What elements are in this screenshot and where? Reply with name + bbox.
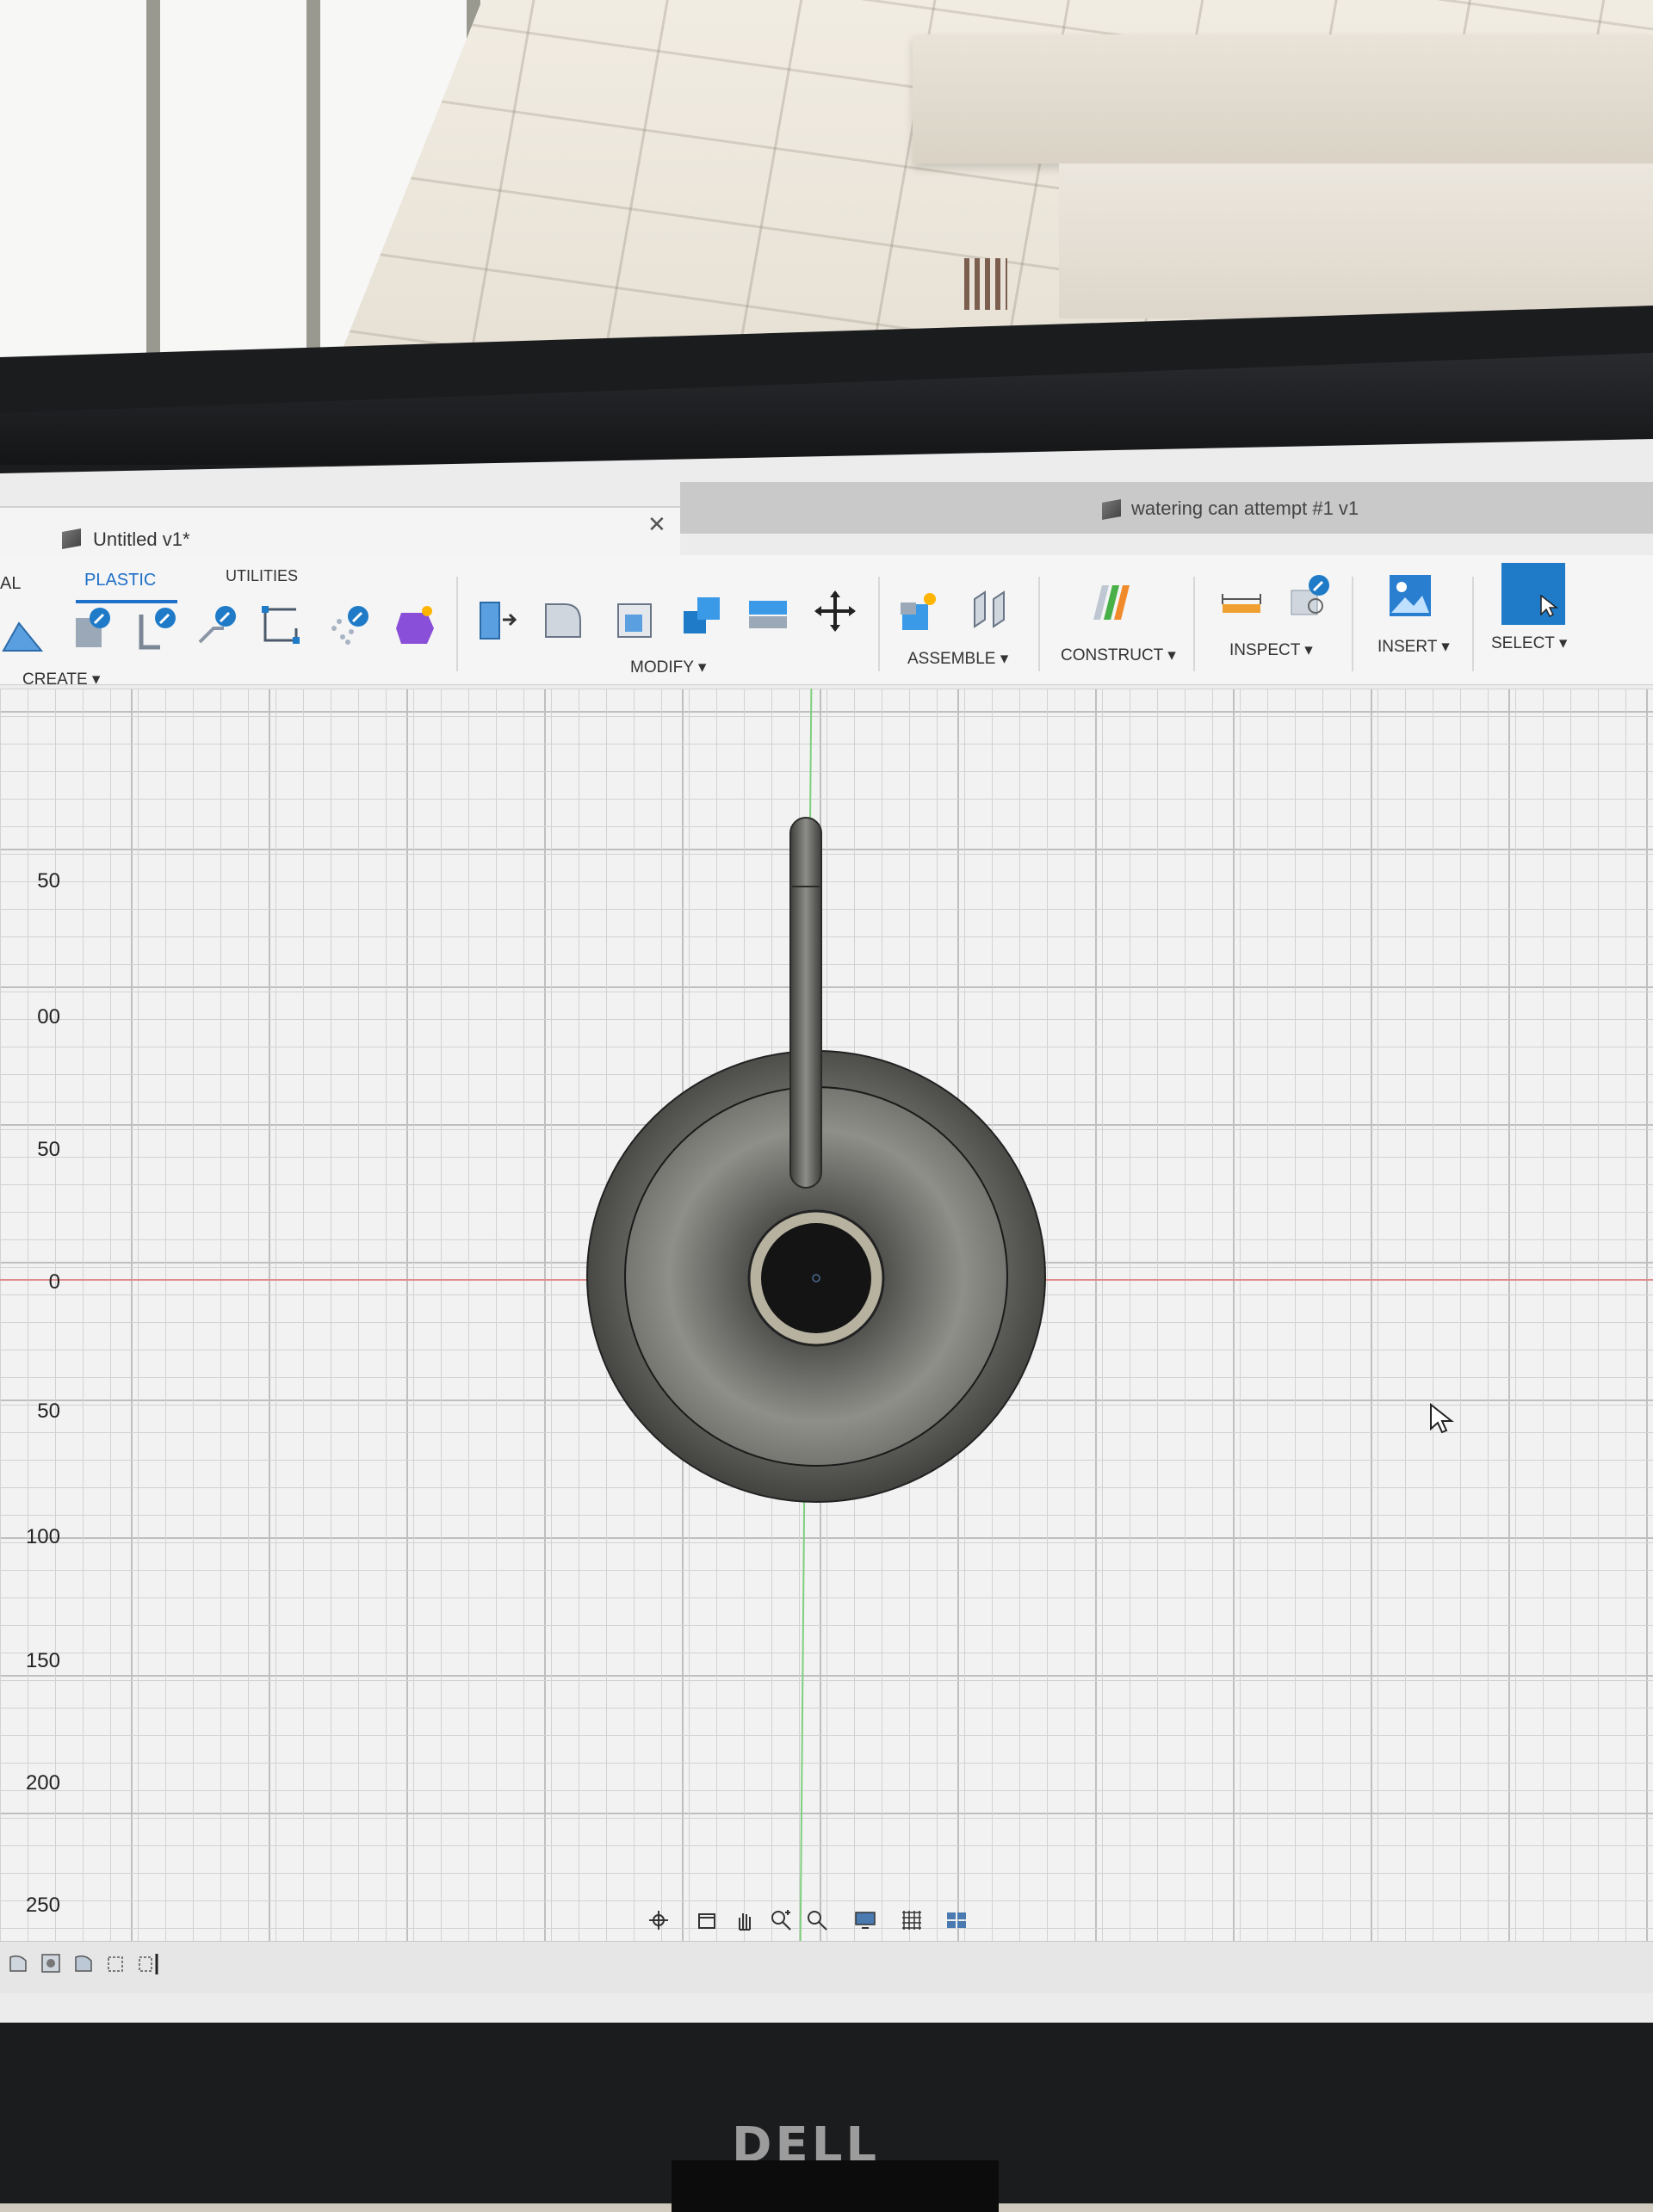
document-icon-inactive	[1102, 499, 1121, 520]
timeline-first-icon[interactable]	[7, 1952, 29, 1974]
workspace-tab-underline	[76, 600, 177, 603]
ruler-label: 50	[37, 869, 60, 893]
workspace-tab-plastic[interactable]: PLASTIC	[84, 571, 156, 590]
combine-icon[interactable]	[680, 592, 725, 637]
move-icon[interactable]	[813, 589, 857, 633]
ruler-label: 150	[25, 1649, 60, 1672]
workspace-tab-partial[interactable]: AL	[0, 574, 21, 594]
timeline-play-icon[interactable]	[72, 1952, 95, 1974]
fillet-icon[interactable]	[541, 596, 585, 640]
workspace-tab-utilities[interactable]: UTILITIES	[226, 567, 298, 585]
measure-icon[interactable]	[1219, 582, 1264, 627]
viewports-icon[interactable]	[945, 1909, 968, 1931]
modify-menu[interactable]: MODIFY ▾	[630, 658, 706, 677]
new-component-icon[interactable]	[897, 589, 942, 633]
toolbar-separator	[1352, 577, 1353, 671]
ceiling-beam	[913, 34, 1653, 164]
toolbar-separator	[1038, 577, 1040, 671]
timeline-prev-icon[interactable]	[40, 1952, 62, 1974]
look-at-icon[interactable]	[696, 1909, 718, 1931]
document-icon	[62, 528, 81, 549]
orbit-icon[interactable]	[647, 1909, 670, 1931]
toolbar-separator	[878, 577, 880, 671]
select-icon[interactable]	[1501, 563, 1565, 625]
toolbar-separator	[456, 577, 458, 671]
construct-plane-icon[interactable]	[1090, 578, 1135, 623]
interference-icon[interactable]	[1288, 573, 1333, 618]
ruler-label: 250	[25, 1894, 60, 1917]
ruler-label: 00	[37, 1005, 60, 1029]
revolve-icon[interactable]	[67, 606, 112, 651]
construct-menu[interactable]: CONSTRUCT ▾	[1061, 646, 1176, 665]
ruler-label: 100	[25, 1525, 60, 1548]
press-pull-icon[interactable]	[475, 597, 520, 642]
ruler-label: 200	[25, 1771, 60, 1795]
ceiling-soffit	[1059, 164, 1653, 318]
ceiling-vent	[964, 258, 1007, 310]
extrude-icon[interactable]	[0, 611, 45, 656]
ruler-label: 50	[37, 1399, 60, 1423]
boss-icon[interactable]	[325, 602, 370, 647]
toolbar-separator	[1472, 577, 1474, 671]
insert-image-icon[interactable]	[1388, 573, 1433, 618]
watering-can-model[interactable]	[577, 800, 1059, 1515]
inspect-menu[interactable]: INSPECT ▾	[1229, 640, 1313, 660]
joint-icon[interactable]	[968, 585, 1012, 630]
toolbar-separator	[1193, 577, 1195, 671]
timeline-bar	[0, 1941, 1653, 1993]
shell-icon[interactable]	[613, 596, 658, 640]
timeline-next-icon[interactable]	[105, 1952, 127, 1974]
monitor-stand	[672, 2160, 999, 2212]
timeline-last-icon[interactable]	[138, 1952, 160, 1974]
fit-icon[interactable]	[806, 1909, 828, 1931]
pattern-icon[interactable]	[393, 602, 437, 647]
ruler-label: 50	[37, 1138, 60, 1161]
mouse-cursor-icon	[1430, 1403, 1454, 1434]
background-room	[0, 0, 1653, 361]
insert-menu[interactable]: INSERT ▾	[1378, 637, 1450, 657]
pan-icon[interactable]	[734, 1909, 756, 1931]
close-tab-icon[interactable]: ✕	[647, 511, 666, 538]
grid-icon[interactable]	[901, 1909, 923, 1931]
inactive-tab-title: watering can attempt #1 v1	[1131, 497, 1359, 519]
active-tab-title: Untitled v1*	[93, 528, 190, 550]
zoom-icon[interactable]	[770, 1909, 792, 1931]
assemble-menu[interactable]: ASSEMBLE ▾	[907, 649, 1008, 669]
select-menu[interactable]: SELECT ▾	[1491, 633, 1567, 653]
offset-face-icon[interactable]	[746, 589, 790, 633]
display-settings-icon[interactable]	[854, 1909, 876, 1931]
ruler-label: 0	[48, 1270, 60, 1294]
web-icon[interactable]	[195, 602, 239, 647]
rib-icon[interactable]	[134, 606, 179, 651]
snap-fit-icon[interactable]	[258, 602, 303, 647]
create-menu[interactable]: CREATE ▾	[22, 670, 100, 689]
